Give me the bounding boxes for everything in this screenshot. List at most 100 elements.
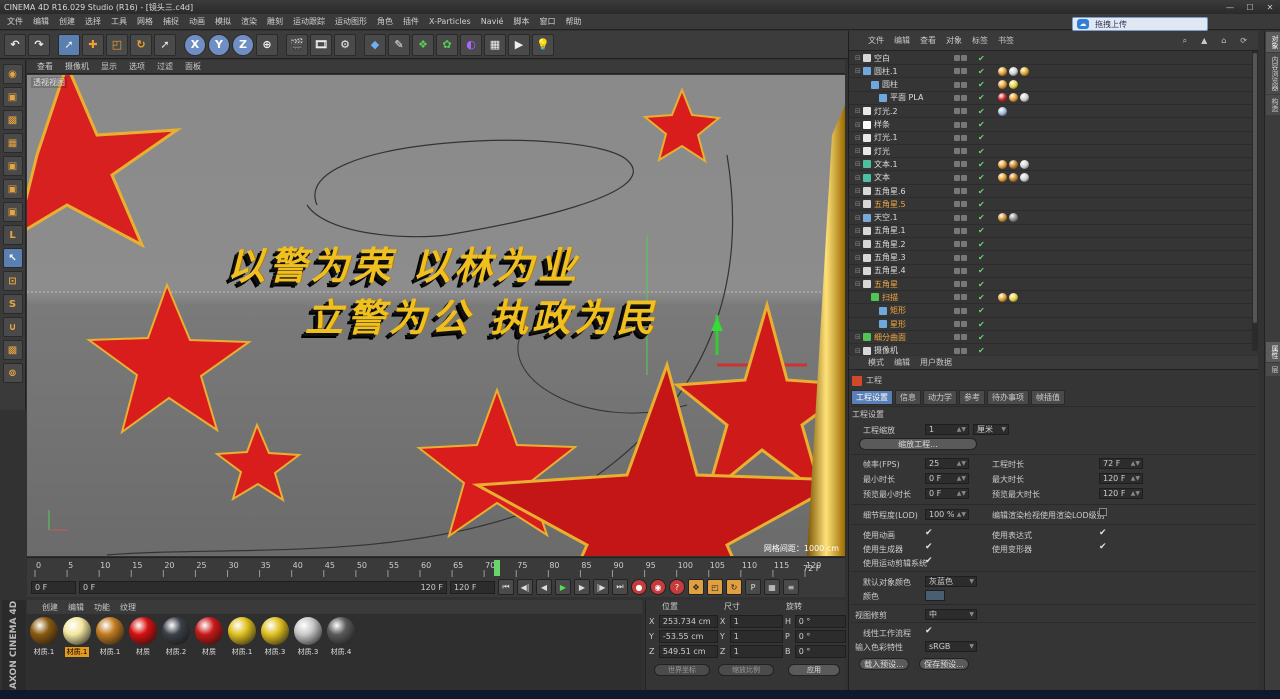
attribute-tab[interactable]: 待办事项 [987,390,1029,405]
magnet-icon[interactable]: ∪ [2,317,23,337]
max-frame-field[interactable]: 120 F [450,580,495,594]
position-key-icon[interactable]: ✥ [688,579,704,595]
end-frame-label[interactable]: 72 F [803,564,821,573]
material-slot[interactable]: 材质.3 [293,617,323,696]
y-axis-lock[interactable]: Y [208,33,230,56]
position-field[interactable]: 549.51 cm [658,645,718,658]
lock-icon[interactable]: ⊚ [2,363,23,383]
menu-item[interactable]: 捕捉 [158,16,184,27]
workplane-icon[interactable]: ▦ [2,133,23,153]
load-preset-button[interactable]: 载入预设... [859,658,909,670]
select-arrow-icon[interactable]: ➚ [58,33,80,56]
material-slot[interactable]: 材质 [194,617,224,696]
use-generator-checkbox[interactable]: ✔ [925,542,933,552]
visibility-dots[interactable] [954,134,978,141]
menu-item[interactable]: 渲染 [236,16,262,27]
visibility-dots[interactable] [954,307,978,314]
tag-icon[interactable] [998,106,1007,116]
material-slot[interactable]: 材质.1 [62,617,92,696]
attribute-tab[interactable]: 参考 [959,390,985,405]
linear-workflow-checkbox[interactable]: ✔ [925,626,933,636]
minimize-button[interactable]: — [1220,1,1240,13]
light-icon[interactable]: 💡 [532,33,554,56]
object-row[interactable]: ⊟ 细分曲面 ✔ [849,331,1253,345]
object-row[interactable]: ⊟ 五角星.1 ✔ [849,225,1253,238]
side-tab[interactable]: 层 [1266,363,1280,376]
tag-icon[interactable] [998,66,1007,76]
enabled-check[interactable]: ✔ [978,266,988,275]
menu-item[interactable]: 角色 [372,16,398,27]
object-row[interactable]: ⊟ 圆柱.1 ✔ [849,65,1253,79]
expand-toggle[interactable]: ⊟ [855,187,863,195]
visibility-dots[interactable] [954,161,978,168]
scale-icon[interactable]: ◰ [106,33,128,56]
edges-mode-icon[interactable]: ▣ [2,179,23,199]
size-field[interactable]: 1 [729,630,783,643]
make-editable-icon[interactable]: ◉ [2,64,23,84]
next-key-icon[interactable]: |▶ [593,579,609,595]
visibility-dots[interactable] [954,174,978,181]
menu-item[interactable]: 帮助 [560,16,586,27]
enabled-check[interactable]: ✔ [978,306,988,315]
enabled-check[interactable]: ✔ [978,320,988,329]
fps-field[interactable]: 25 ▲▼ [925,458,969,469]
rotation-field[interactable]: 0 ° [794,615,846,628]
axis-icon[interactable]: L [2,225,23,245]
grid-snap-icon[interactable]: ▩ [2,340,23,360]
duration-field[interactable]: 72 F ▲▼ [1099,458,1143,469]
object-row[interactable]: ⊟ 灯光.1 ✔ [849,132,1253,145]
camera-icon[interactable]: ▶ [508,33,530,56]
expand-toggle[interactable]: ⊟ [855,333,863,341]
preview-max-field[interactable]: 120 F ▲▼ [1099,488,1143,499]
object-menu-item[interactable]: 查看 [915,35,941,46]
enabled-check[interactable]: ✔ [978,333,988,342]
default-color-dropdown[interactable]: 灰蓝色 ▼ [925,576,977,587]
expand-toggle[interactable]: ⊟ [855,280,863,288]
visibility-dots[interactable] [954,241,978,248]
expand-toggle[interactable]: ⊟ [855,54,863,62]
viewport-menu-item[interactable]: 选项 [123,61,151,72]
object-menu-item[interactable]: 对象 [941,35,967,46]
scale-field[interactable]: 1 ▲▼ [925,424,969,435]
viewport-menu-item[interactable]: 显示 [95,61,123,72]
step-back-icon[interactable]: ◀ [536,579,552,595]
expand-toggle[interactable]: ⊟ [855,267,863,275]
mouse-icon[interactable]: ⊡ [2,271,23,291]
menu-item[interactable]: 选择 [80,16,106,27]
enabled-check[interactable]: ✔ [978,67,988,76]
tag-icon[interactable] [998,80,1007,90]
material-slot[interactable]: 材质.1 [29,617,59,696]
enabled-check[interactable]: ✔ [978,80,988,89]
tag-icon[interactable] [998,93,1007,103]
menu-item[interactable]: 运动图形 [330,16,372,27]
color-swatch[interactable] [925,590,945,601]
object-row[interactable]: ⊟ 文本 ✔ [849,172,1253,185]
use-motion-checkbox[interactable]: ✔ [925,556,933,566]
perspective-viewport[interactable]: 以警为荣 以林为业 立警为公 执政为民 透视视图 网格间距：1000 cm [27,75,845,556]
viewport-menu-item[interactable]: 摄像机 [59,61,95,72]
enabled-check[interactable]: ✔ [978,120,988,129]
timeline-ruler[interactable]: 0 5 10 15 20 25 30 35 40 45 50 55 60 65 70 75 80 85 90 95 10… [27,557,845,578]
home-icon[interactable]: ⌂ [1216,36,1231,46]
rotation-field[interactable]: 0 ° [794,630,846,643]
enabled-check[interactable]: ✔ [978,187,988,196]
x-axis-lock[interactable]: X [184,33,206,56]
material-slot[interactable]: 材质.1 [227,617,257,696]
view-clip-dropdown[interactable]: 中 ▼ [925,609,977,620]
enabled-check[interactable]: ✔ [978,160,988,169]
min-time-field[interactable]: 0 F ▲▼ [925,473,969,484]
point-level-icon[interactable]: ▦ [764,579,780,595]
object-row[interactable]: ⊟ 灯光 ✔ [849,145,1253,159]
material-slot[interactable]: 材质.3 [260,617,290,696]
deformer-icon[interactable]: ◐ [460,33,482,56]
enabled-check[interactable]: ✔ [978,133,988,142]
material-slot[interactable]: 材质.2 [161,617,191,696]
menu-item[interactable]: 雕刻 [262,16,288,27]
playhead-marker[interactable] [494,560,500,576]
material-slot[interactable]: 材质.4 [326,617,356,696]
object-row[interactable]: ⊟ 文本.1 ✔ [849,158,1253,172]
object-row[interactable]: ⊟ 五角星.2 ✔ [849,238,1253,252]
up-arrow-icon[interactable]: ▲ [1196,36,1212,46]
lod-render-checkbox[interactable] [1099,508,1107,516]
object-row[interactable]: 矩形 ✔ [849,305,1253,318]
